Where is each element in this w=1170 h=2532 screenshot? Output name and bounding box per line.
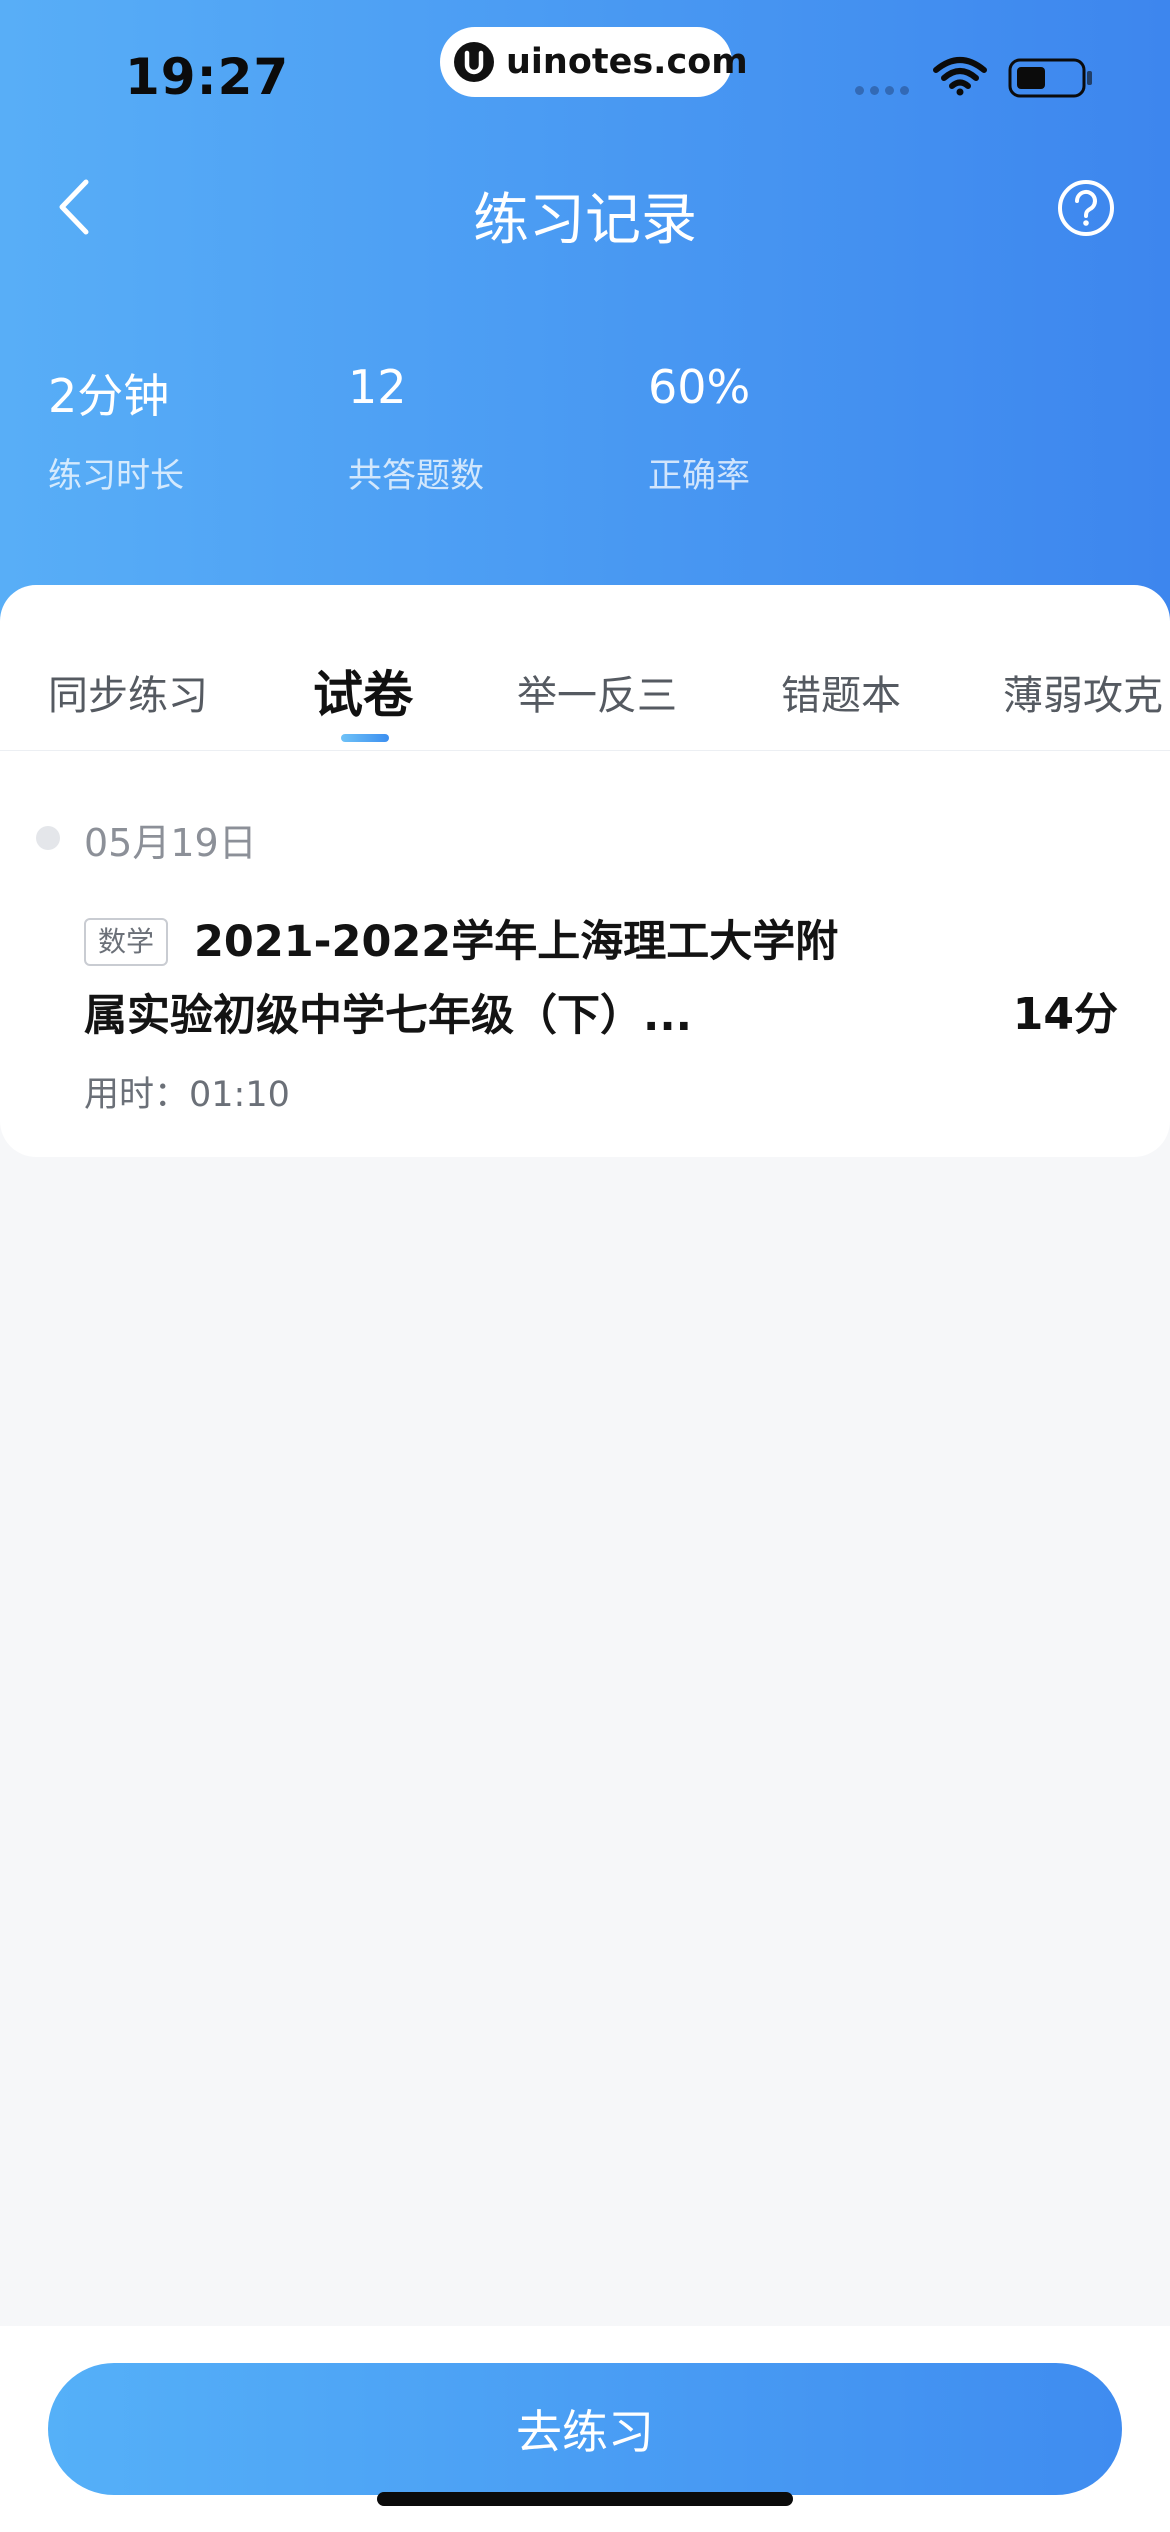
stat-value: 12 xyxy=(348,360,407,414)
stat-total-answered: 12 共答题数 xyxy=(348,360,484,497)
record-title[interactable]: 2021-2022学年上海理工大学附属实验初级中学七年级（下）... xyxy=(84,905,844,1053)
stat-label: 练习时长 xyxy=(48,456,184,496)
stat-value: 60% xyxy=(648,360,751,414)
site-logo-icon xyxy=(454,42,494,82)
url-pill: uinotes.com xyxy=(440,27,748,97)
url-text: uinotes.com xyxy=(506,42,748,82)
cellular-signal-icon xyxy=(855,86,909,95)
tab-analogy-practice[interactable]: 举一反三 xyxy=(517,663,677,721)
timeline-dot xyxy=(36,826,60,850)
tab-sync-practice[interactable]: 同步练习 xyxy=(48,663,208,721)
tab-bar: 同步练习 试卷 举一反三 错题本 薄弱攻克 xyxy=(0,585,1170,751)
stat-label: 正确率 xyxy=(648,456,750,496)
stat-value: 2分钟 xyxy=(48,369,170,423)
home-indicator xyxy=(377,2492,793,2506)
stat-practice-duration: 2分钟 练习时长 xyxy=(48,360,184,497)
page-title: 练习记录 xyxy=(473,188,697,253)
tab-mistake-book[interactable]: 错题本 xyxy=(781,663,901,721)
go-practice-button[interactable]: 去练习 xyxy=(48,2363,1122,2495)
status-time: 19:27 xyxy=(125,48,290,106)
tab-exam-paper[interactable]: 试卷 xyxy=(313,655,413,727)
battery-icon xyxy=(1008,58,1092,98)
tab-weakness-attack[interactable]: 薄弱攻克 xyxy=(1003,663,1163,721)
stat-accuracy: 60% 正确率 xyxy=(648,360,750,497)
stat-label: 共答题数 xyxy=(348,456,484,496)
wifi-icon xyxy=(933,57,987,96)
help-icon[interactable] xyxy=(1056,178,1116,238)
subject-badge: 数学 xyxy=(84,918,169,966)
active-tab-indicator xyxy=(341,734,389,742)
record-duration: 用时：01:10 xyxy=(84,1075,290,1115)
record-date: 05月19日 xyxy=(84,821,257,865)
record-score: 14分 xyxy=(1012,989,1118,1040)
